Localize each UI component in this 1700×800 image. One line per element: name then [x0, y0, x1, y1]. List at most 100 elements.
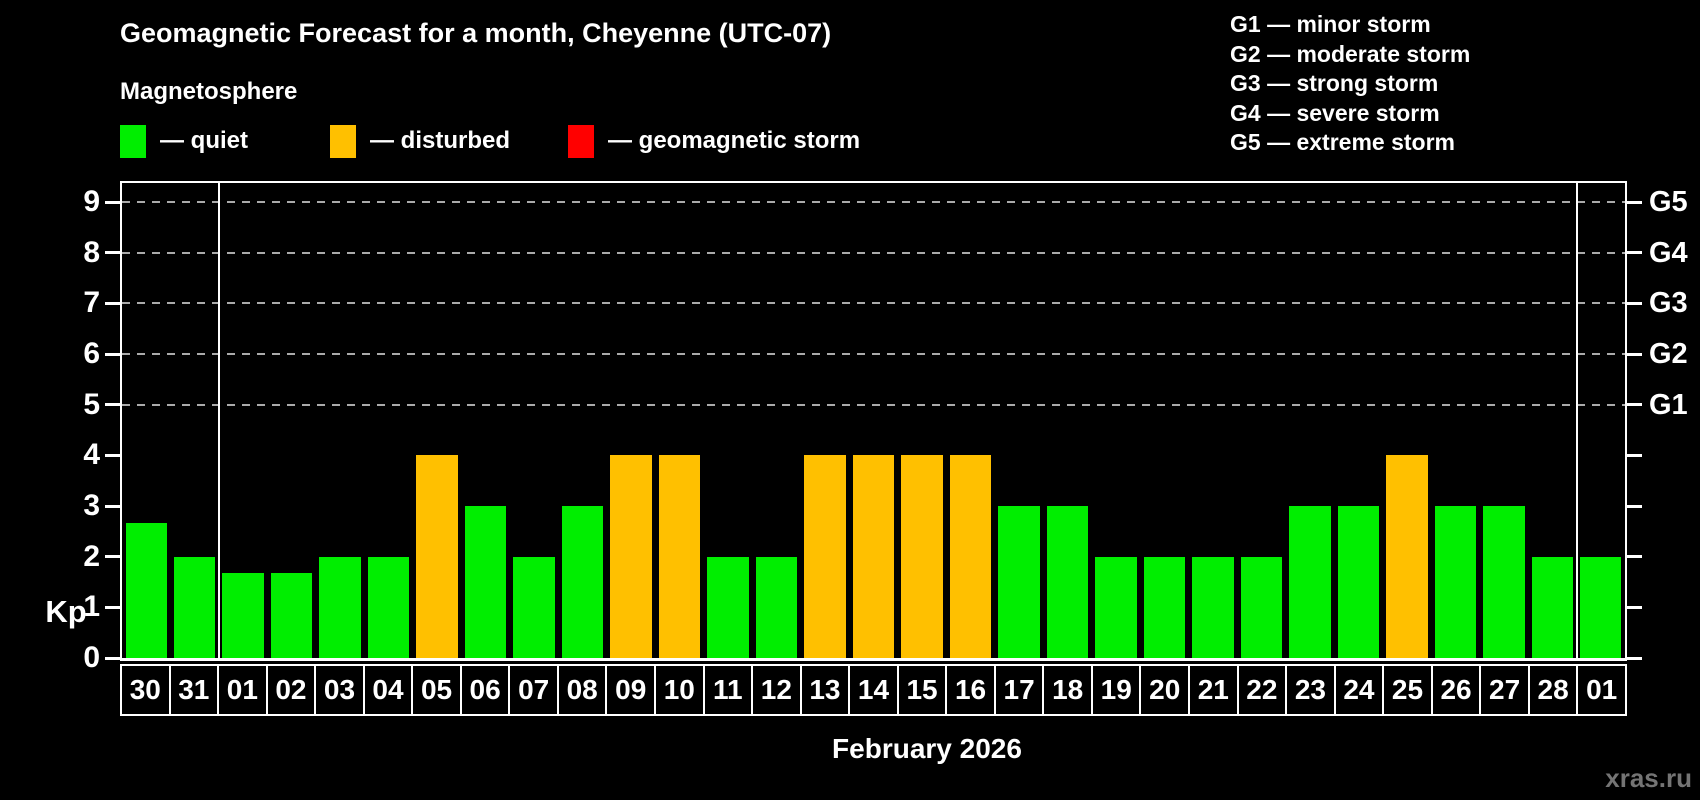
day-label-14: 14	[850, 666, 899, 714]
gridline-kp5	[122, 403, 1625, 406]
y-axis-label-3: 3	[83, 489, 100, 522]
day-label-15: 15	[899, 666, 948, 714]
chart-title: Geomagnetic Forecast for a month, Cheyen…	[120, 18, 832, 48]
g-axis-label-g2: G2	[1649, 338, 1688, 370]
left-tick-kp8	[105, 251, 120, 255]
day-label-01: 01	[1586, 674, 1618, 705]
g-axis-label-g4: G4	[1649, 236, 1688, 269]
legend-label-quiet: — quiet	[160, 127, 248, 154]
day-label-04: 04	[365, 666, 414, 714]
right-tick-kp8	[1627, 251, 1642, 255]
legend-item-quiet: — quiet	[120, 122, 248, 160]
day-label-30: 30	[122, 666, 171, 714]
watermark: xras.ru	[1605, 763, 1692, 793]
plot-area	[120, 181, 1627, 661]
kp-bar-day-01	[1580, 556, 1622, 658]
right-tick-kp7	[1627, 301, 1642, 305]
kp-bar-day-23	[1289, 506, 1331, 658]
day-label-18: 18	[1044, 666, 1093, 714]
legend-label-storm: — geomagnetic storm	[608, 127, 861, 154]
kp-bar-day-08	[561, 506, 604, 658]
kp-bar-day-19	[1095, 556, 1137, 658]
g-scale-line-g2: G2 — moderate storm	[1230, 40, 1471, 67]
gridline-kp9	[122, 201, 1625, 203]
kp-bar-day-31	[173, 556, 216, 658]
kp-bar-day-02	[270, 573, 313, 658]
month-boundary-line	[1575, 183, 1578, 658]
kp-bar-day-22	[1240, 556, 1283, 658]
kp-bar-day-13	[804, 455, 846, 658]
day-label-06: 06	[462, 666, 511, 714]
kp-bar-day-10	[658, 455, 701, 658]
kp-bar-day-20	[1143, 556, 1186, 658]
y-axis-label-2: 2	[83, 539, 100, 573]
day-label-17: 17	[996, 666, 1045, 714]
day-label-26: 26	[1433, 666, 1482, 714]
day-label-09: 09	[607, 666, 657, 714]
day-label-01: 01	[219, 666, 268, 714]
right-tick-kp2	[1627, 555, 1642, 559]
left-tick-kp5	[105, 403, 120, 407]
quiet-color-swatch	[120, 124, 146, 158]
day-label-02: 02	[268, 666, 317, 714]
gridline-kp8	[122, 251, 1625, 254]
kp-bar-day-15	[901, 455, 943, 658]
g-axis-label-g3: G3	[1649, 287, 1688, 320]
geomagnetic-forecast-page: Geomagnetic Forecast for a month, Cheyen…	[0, 0, 1700, 800]
left-tick-kp9	[105, 200, 120, 204]
day-label-27: 27	[1481, 666, 1530, 714]
day-label-21: 21	[1190, 666, 1239, 714]
left-tick-kp6	[105, 352, 120, 356]
kp-bar-day-07	[513, 556, 555, 658]
right-tick-kp3	[1627, 504, 1642, 508]
kp-bar-day-12	[755, 556, 798, 658]
right-tick-kp9	[1627, 200, 1642, 204]
day-label-22: 22	[1239, 666, 1288, 714]
storm-color-swatch	[568, 124, 594, 158]
legend-item-disturbed: — disturbed	[330, 122, 510, 160]
left-tick-kp0	[105, 656, 120, 660]
day-label-28: 28	[1530, 666, 1579, 714]
y-axis-label-1: 1	[83, 590, 100, 624]
y-axis-label-9: 9	[83, 185, 100, 218]
day-label-03: 03	[316, 666, 365, 714]
left-tick-kp1	[105, 605, 120, 609]
left-tick-kp3	[105, 504, 120, 508]
kp-bar-day-03	[319, 556, 361, 658]
day-label-12: 12	[753, 666, 802, 714]
right-tick-kp0	[1627, 656, 1642, 660]
y-axis-label-0: 0	[83, 641, 100, 674]
day-label-23: 23	[1287, 666, 1336, 714]
kp-bar-day-14	[852, 455, 895, 658]
kp-bar-day-04	[367, 556, 410, 658]
y-axis-label-4: 4	[83, 438, 100, 472]
day-label-16: 16	[947, 666, 996, 714]
legend-label-disturbed: — disturbed	[370, 127, 511, 154]
kp-bar-day-26	[1434, 506, 1477, 658]
kp-bar-day-30	[125, 522, 167, 658]
g-scale-line-g5: G5 — extreme storm	[1230, 129, 1455, 155]
kp-bar-day-18	[1046, 506, 1089, 658]
right-tick-kp4	[1627, 453, 1642, 457]
day-label-10: 10	[656, 666, 705, 714]
kp-bar-day-01	[222, 573, 264, 658]
g-axis-label-g1: G1	[1649, 388, 1688, 421]
month-label: February 2026	[832, 733, 1022, 764]
y-axis-label-6: 6	[83, 337, 100, 370]
kp-bar-day-16	[949, 455, 992, 658]
day-label-08: 08	[559, 666, 608, 714]
disturbed-color-swatch	[330, 124, 356, 158]
g-axis-label-g5: G5	[1649, 186, 1688, 218]
right-tick-kp5	[1627, 403, 1642, 407]
legend-item-storm: — geomagnetic storm	[568, 122, 860, 160]
y-axis-label-7: 7	[83, 286, 100, 320]
left-tick-kp4	[105, 453, 120, 457]
kp-bar-day-27	[1483, 506, 1525, 658]
left-tick-kp2	[105, 555, 120, 559]
kp-bar-day-28	[1531, 556, 1573, 658]
day-label-05: 05	[413, 666, 462, 714]
kp-bar-day-06	[464, 506, 507, 658]
day-label-31: 31	[171, 666, 220, 714]
g-scale-line-g1: G1 — minor storm	[1230, 11, 1431, 37]
g-scale-line-g4: G4 — severe storm	[1230, 99, 1440, 126]
